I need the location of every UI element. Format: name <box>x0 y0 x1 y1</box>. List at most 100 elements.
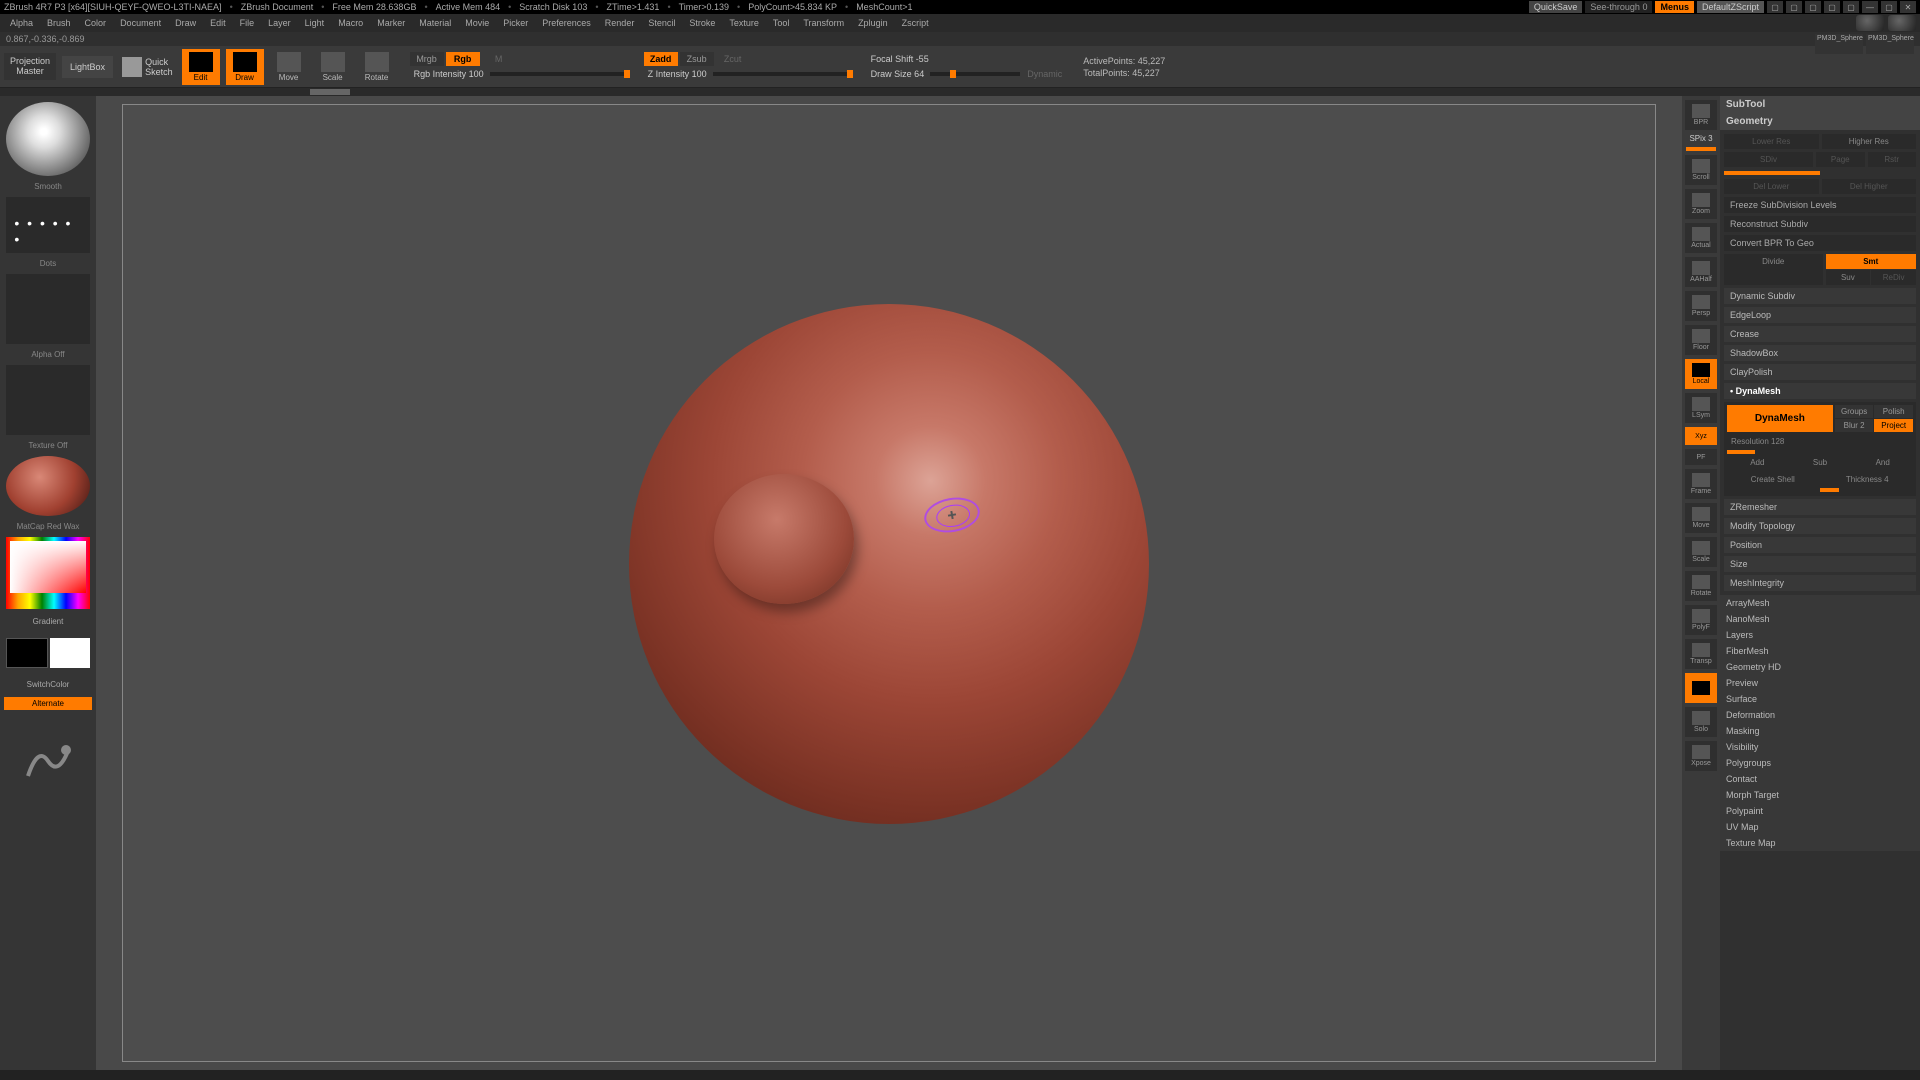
suv-button[interactable]: Suv <box>1826 270 1871 285</box>
m-button[interactable]: M <box>482 52 516 66</box>
menu-transform[interactable]: Transform <box>797 16 850 30</box>
visibility-header[interactable]: Visibility <box>1720 739 1920 755</box>
solo-button[interactable]: Solo <box>1685 707 1717 737</box>
menu-brush[interactable]: Brush <box>41 16 77 30</box>
polypaint-header[interactable]: Polypaint <box>1720 803 1920 819</box>
geometry-hd-header[interactable]: Geometry HD <box>1720 659 1920 675</box>
preview-header[interactable]: Preview <box>1720 675 1920 691</box>
smt-button[interactable]: Smt <box>1826 254 1917 269</box>
rstr-button[interactable]: Rstr <box>1868 152 1917 167</box>
window-control-5[interactable]: ▢ <box>1843 1 1859 13</box>
shadowbox-header[interactable]: ShadowBox <box>1724 345 1916 361</box>
position-header[interactable]: Position <box>1724 537 1916 553</box>
mesh-object[interactable] <box>629 304 1149 824</box>
quicksave-button[interactable]: QuickSave <box>1529 1 1583 13</box>
aahalf-button[interactable]: AAHalf <box>1685 257 1717 287</box>
menu-texture[interactable]: Texture <box>723 16 765 30</box>
actual-button[interactable]: Actual <box>1685 223 1717 253</box>
edit-mode-button[interactable]: Edit <box>182 49 220 85</box>
and-button[interactable]: And <box>1852 455 1913 470</box>
draw-mode-button[interactable]: Draw <box>226 49 264 85</box>
local-button[interactable]: Local <box>1685 359 1717 389</box>
scale-mode-button[interactable]: Scale <box>314 49 352 85</box>
spix-slider[interactable]: SPix 3 <box>1689 134 1712 143</box>
surface-header[interactable]: Surface <box>1720 691 1920 707</box>
menu-render[interactable]: Render <box>599 16 641 30</box>
zcut-button[interactable]: Zcut <box>716 52 750 66</box>
xyz-button[interactable]: Xyz <box>1685 427 1717 445</box>
sub-button[interactable]: Sub <box>1790 455 1851 470</box>
lsym-button[interactable]: LSym <box>1685 393 1717 423</box>
gradient-button[interactable]: Gradient <box>4 615 92 628</box>
floor-button[interactable]: Floor <box>1685 325 1717 355</box>
project-button[interactable]: Project <box>1874 419 1913 432</box>
dynamesh-button[interactable]: DynaMesh <box>1727 405 1833 432</box>
page-button[interactable]: Page <box>1816 152 1865 167</box>
xpose-button[interactable]: Xpose <box>1685 741 1717 771</box>
convert-bpr-button[interactable]: Convert BPR To Geo <box>1724 235 1916 251</box>
groups-button[interactable]: Groups <box>1835 405 1874 418</box>
menu-movie[interactable]: Movie <box>459 16 495 30</box>
shelf-move-button[interactable]: Move <box>1685 503 1717 533</box>
dynamic-subdiv-header[interactable]: Dynamic Subdiv <box>1724 288 1916 304</box>
projection-master-button[interactable]: Projection Master <box>4 53 56 81</box>
pf-button[interactable]: PF <box>1685 449 1717 465</box>
z-intensity-slider[interactable]: Z Intensity 100 <box>644 67 711 81</box>
zadd-button[interactable]: Zadd <box>644 52 678 66</box>
draw-size-slider[interactable]: Draw Size 64 <box>867 67 929 81</box>
persp-button[interactable]: Persp <box>1685 291 1717 321</box>
default-zscript-button[interactable]: DefaultZScript <box>1697 1 1764 13</box>
dynamic-button[interactable]: Dynamic <box>1022 67 1067 81</box>
divide-button[interactable]: Divide <box>1724 254 1823 285</box>
subtool-thumb-1[interactable]: PM3D_Sphere3D_1 <box>1815 34 1863 54</box>
del-higher-button[interactable]: Del Higher <box>1822 179 1917 194</box>
menu-preferences[interactable]: Preferences <box>536 16 597 30</box>
window-control-2[interactable]: ▢ <box>1786 1 1802 13</box>
thickness-slider[interactable]: Thickness 4 <box>1822 472 1914 487</box>
menu-macro[interactable]: Macro <box>332 16 369 30</box>
frame-button[interactable]: Frame <box>1685 469 1717 499</box>
quick-sketch-button[interactable]: Quick Sketch <box>119 54 176 80</box>
polyf-button[interactable]: PolyF <box>1685 605 1717 635</box>
menu-stroke[interactable]: Stroke <box>683 16 721 30</box>
deformation-header[interactable]: Deformation <box>1720 707 1920 723</box>
menu-tool[interactable]: Tool <box>767 16 796 30</box>
window-control-1[interactable]: ▢ <box>1767 1 1783 13</box>
transp-button[interactable]: Transp <box>1685 639 1717 669</box>
morph-target-header[interactable]: Morph Target <box>1720 787 1920 803</box>
menus-button[interactable]: Menus <box>1655 1 1694 13</box>
top-scroll-strip[interactable] <box>0 88 1920 96</box>
menu-color[interactable]: Color <box>79 16 113 30</box>
lower-res-button[interactable]: Lower Res <box>1724 134 1819 149</box>
secondary-color-swatch[interactable] <box>6 638 48 668</box>
switchcolor-button[interactable]: SwitchColor <box>4 678 92 691</box>
minimize-button[interactable]: — <box>1862 1 1878 13</box>
geometry-header[interactable]: Geometry <box>1720 113 1920 130</box>
menu-zplugin[interactable]: Zplugin <box>852 16 894 30</box>
nanomesh-header[interactable]: NanoMesh <box>1720 611 1920 627</box>
shelf-scale-button[interactable]: Scale <box>1685 537 1717 567</box>
scroll-button[interactable]: Scroll <box>1685 155 1717 185</box>
menu-material[interactable]: Material <box>413 16 457 30</box>
resolution-slider[interactable]: Resolution 128 <box>1727 434 1913 449</box>
zsub-button[interactable]: Zsub <box>680 52 714 66</box>
texture-preview[interactable] <box>6 365 90 435</box>
blur-slider[interactable]: Blur 2 <box>1835 419 1874 432</box>
menu-draw[interactable]: Draw <box>169 16 202 30</box>
arraymesh-header[interactable]: ArrayMesh <box>1720 595 1920 611</box>
window-control-3[interactable]: ▢ <box>1805 1 1821 13</box>
menu-picker[interactable]: Picker <box>497 16 534 30</box>
material-preview[interactable] <box>6 456 90 516</box>
menu-stencil[interactable]: Stencil <box>642 16 681 30</box>
masking-header[interactable]: Masking <box>1720 723 1920 739</box>
zremesher-header[interactable]: ZRemesher <box>1724 499 1916 515</box>
menu-marker[interactable]: Marker <box>371 16 411 30</box>
viewport[interactable] <box>96 96 1682 1070</box>
reconstruct-button[interactable]: Reconstruct Subdiv <box>1724 216 1916 232</box>
menu-edit[interactable]: Edit <box>204 16 232 30</box>
crease-header[interactable]: Crease <box>1724 326 1916 342</box>
shelf-rotate-button[interactable]: Rotate <box>1685 571 1717 601</box>
menu-alpha[interactable]: Alpha <box>4 16 39 30</box>
rgb-button[interactable]: Rgb <box>446 52 480 66</box>
polygroups-header[interactable]: Polygroups <box>1720 755 1920 771</box>
